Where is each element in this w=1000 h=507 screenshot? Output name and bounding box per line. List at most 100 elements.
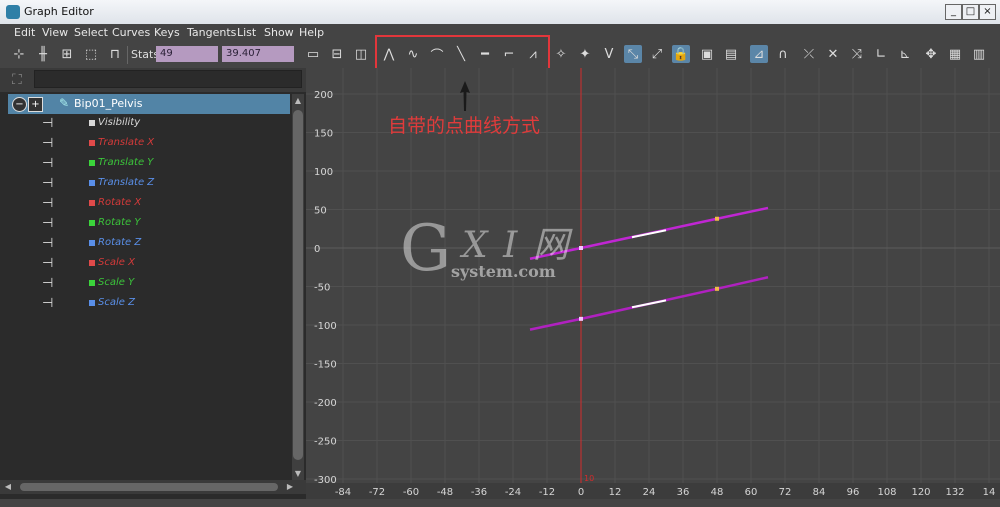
region-icon[interactable]: ⬚ — [82, 45, 100, 63]
swap-buffer-icon[interactable]: ✦ — [576, 45, 594, 63]
x-axis-tick-label: -12 — [539, 487, 555, 498]
maximize-button[interactable]: □ — [962, 4, 979, 20]
y-axis-tick-label: -250 — [314, 437, 337, 448]
filter-input[interactable] — [34, 70, 302, 88]
magnet-icon[interactable]: ∩ — [774, 45, 792, 63]
attribute-row[interactable]: ⊣ Translate Y — [0, 154, 290, 174]
denormalize-icon[interactable]: ⊾ — [896, 45, 914, 63]
retime-icon[interactable]: ⊓ — [106, 45, 124, 63]
scroll-left-icon[interactable]: ◀ — [4, 483, 12, 491]
scroll-down-icon[interactable]: ▼ — [294, 470, 302, 478]
stats-value-field[interactable]: 39.407 — [222, 46, 294, 62]
keyframe-marker — [715, 216, 719, 221]
pin-icon[interactable]: ⊣ — [42, 276, 53, 291]
menu-show[interactable]: Show — [264, 26, 294, 39]
dope-sheet-icon[interactable]: ✥ — [922, 45, 940, 63]
annotation-text: 自带的点曲线方式 — [388, 115, 541, 137]
lock-tangent-weight-icon[interactable]: 🔒 — [672, 45, 690, 63]
scroll-right-icon[interactable]: ▶ — [286, 483, 294, 491]
x-axis-tick-label: 36 — [677, 487, 690, 498]
pin-icon[interactable]: ⊣ — [42, 216, 53, 231]
attribute-label: Translate Y — [98, 157, 154, 168]
y-axis-tick-label: -150 — [314, 360, 337, 371]
attribute-row[interactable]: ⊣ Rotate X — [0, 194, 290, 214]
attribute-label: Rotate Y — [98, 217, 141, 228]
horizontal-scroll-thumb[interactable] — [20, 483, 278, 491]
menu-edit[interactable]: Edit — [14, 26, 35, 39]
attribute-color-swatch — [89, 260, 95, 266]
y-axis-tick-label: -100 — [314, 321, 337, 332]
frame-playback-icon[interactable]: ◫ — [352, 45, 370, 63]
pin-icon[interactable]: ⊣ — [42, 156, 53, 171]
attribute-row[interactable]: ⊣ Rotate Z — [0, 234, 290, 254]
attribute-color-swatch — [89, 200, 95, 206]
y-axis-tick-label: 50 — [314, 206, 327, 217]
attribute-row[interactable]: ⊣ Translate X — [0, 134, 290, 154]
move-key-icon[interactable]: ⊹ — [10, 45, 28, 63]
cycle-icon[interactable]: ⤨ — [848, 45, 866, 63]
y-axis-tick-label: 150 — [314, 129, 333, 140]
horizontal-scrollbar[interactable]: ◀ ▶ — [0, 480, 306, 494]
keyframe-marker — [579, 316, 583, 321]
pin-icon[interactable]: ⊣ — [42, 236, 53, 251]
free-tangent-weight-icon[interactable]: ⤢ — [648, 45, 666, 63]
pin-icon[interactable]: ⊣ — [42, 116, 53, 131]
trax-editor-icon[interactable]: ▦ — [946, 45, 964, 63]
value-snap-icon[interactable]: ▤ — [722, 45, 740, 63]
menu-tangents[interactable]: Tangents — [187, 26, 236, 39]
menu-help[interactable]: Help — [299, 26, 324, 39]
post-infinity-icon[interactable]: ✕ — [824, 45, 842, 63]
attribute-color-swatch — [89, 140, 95, 146]
vertical-scrollbar[interactable]: ▲ ▼ — [292, 94, 304, 482]
expand-all-icon[interactable]: + — [28, 97, 43, 112]
attribute-label: Scale X — [98, 257, 135, 268]
lattice-icon[interactable]: ⊞ — [58, 45, 76, 63]
window-title: Graph Editor — [24, 5, 94, 18]
attribute-row[interactable]: ⊣ Scale X — [0, 254, 290, 274]
pin-icon[interactable]: ⊣ — [42, 256, 53, 271]
menu-keys[interactable]: Keys — [154, 26, 180, 39]
x-axis-tick-label: 48 — [711, 487, 724, 498]
x-axis-tick-label: -24 — [505, 487, 521, 498]
frame-all-icon[interactable]: ▭ — [304, 45, 322, 63]
attribute-color-swatch — [89, 240, 95, 246]
pin-icon[interactable]: ⊣ — [42, 296, 53, 311]
pin-icon[interactable]: ⊣ — [42, 136, 53, 151]
attribute-color-swatch — [89, 300, 95, 306]
time-snap-icon[interactable]: ▣ — [698, 45, 716, 63]
menu-view[interactable]: View — [42, 26, 68, 39]
filter-icon[interactable]: ⛶ — [12, 72, 28, 88]
break-tangents-icon[interactable]: V — [600, 45, 618, 63]
minimize-button[interactable]: _ — [945, 4, 962, 20]
menu-curves[interactable]: Curves — [112, 26, 150, 39]
auto-load-icon[interactable]: ⊿ — [750, 45, 768, 63]
vertical-scroll-thumb[interactable] — [293, 110, 303, 460]
menu-select[interactable]: Select — [74, 26, 108, 39]
time-editor-icon[interactable]: ▥ — [970, 45, 988, 63]
pin-icon[interactable]: ⊣ — [42, 196, 53, 211]
buffer-curve-icon[interactable]: ✧ — [552, 45, 570, 63]
unify-tangents-icon[interactable]: ⤡ — [624, 45, 642, 63]
x-axis-tick-label: 0 — [578, 487, 584, 498]
attribute-row[interactable]: ⊣ Visibility — [0, 114, 290, 134]
attribute-row[interactable]: ⊣ Rotate Y — [0, 214, 290, 234]
normalize-icon[interactable]: ∟ — [872, 45, 890, 63]
attribute-row[interactable]: ⊣ Scale Z — [0, 294, 290, 314]
attribute-color-swatch — [89, 160, 95, 166]
menu-list[interactable]: List — [237, 26, 256, 39]
stats-frame-field[interactable]: 49 — [156, 46, 218, 62]
scroll-up-icon[interactable]: ▲ — [294, 97, 302, 105]
attribute-row[interactable]: ⊣ Scale Y — [0, 274, 290, 294]
pre-infinity-icon[interactable]: ⤫ — [800, 45, 818, 63]
close-button[interactable]: × — [979, 4, 996, 20]
attribute-label: Scale Z — [98, 297, 135, 308]
frame-selection-icon[interactable]: ⊟ — [328, 45, 346, 63]
attribute-row[interactable]: ⊣ Translate Z — [0, 174, 290, 194]
pin-icon[interactable]: ⊣ — [42, 176, 53, 191]
attribute-label: Scale Y — [98, 277, 135, 288]
insert-key-icon[interactable]: ╫ — [34, 45, 52, 63]
tree-root-row[interactable]: − + ✎ Bip01_Pelvis — [8, 94, 290, 114]
annotation-arrow-icon — [460, 81, 470, 111]
collapse-icon[interactable]: − — [12, 97, 27, 112]
root-label: Bip01_Pelvis — [74, 97, 143, 110]
